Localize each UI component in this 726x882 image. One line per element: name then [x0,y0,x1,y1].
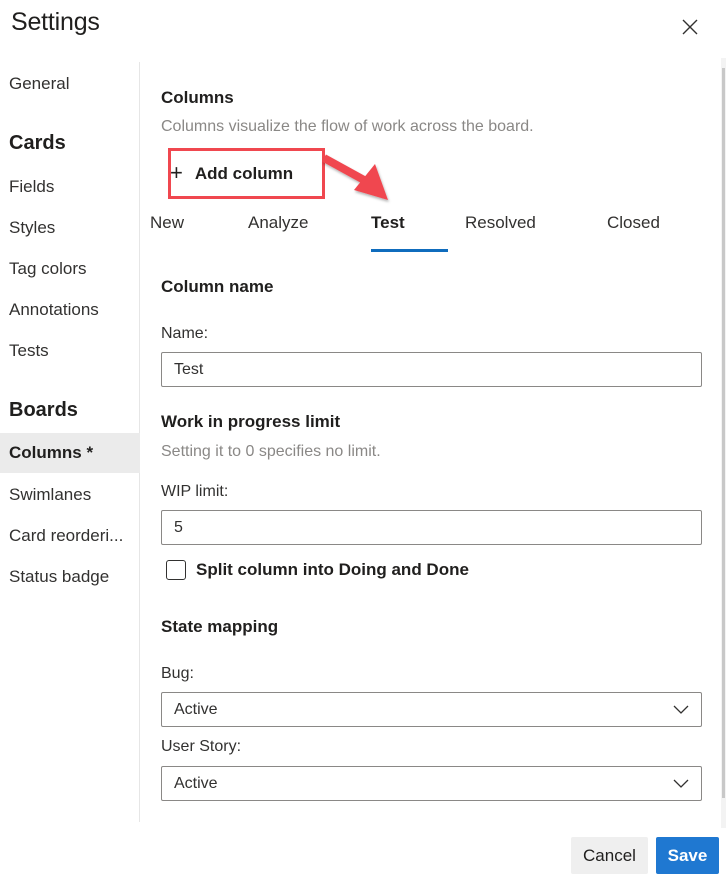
split-column-checkbox[interactable] [166,560,186,580]
sidebar-item-label: Fields [9,177,55,196]
wip-limit-input[interactable]: 5 [161,510,702,545]
bug-state-dropdown[interactable]: Active [161,692,702,727]
settings-sidebar: General Cards Fields Styles Tag colors A… [0,62,140,822]
sidebar-item-label: General [9,74,70,93]
sidebar-item-styles[interactable]: Styles [0,208,140,248]
tab-resolved[interactable]: Resolved [465,205,536,252]
user-story-label: User Story: [161,738,242,755]
bug-label: Bug: [161,665,194,682]
plus-icon: + [170,159,183,185]
close-icon [682,19,698,35]
dialog-title: Settings [11,8,100,36]
wip-description: Setting it to 0 specifies no limit. [161,443,381,460]
sidebar-item-label: Tests [9,341,49,360]
wip-limit-value: 5 [174,518,183,536]
sidebar-item-label: Styles [9,218,56,237]
sidebar-item-label: Annotations [9,300,99,319]
sidebar-item-general[interactable]: General [0,64,140,104]
split-column-label: Split column into Doing and Done [196,560,469,579]
chevron-down-icon [673,705,689,714]
tab-label: Test [371,213,405,232]
sidebar-item-card-reordering[interactable]: Card reorderi... [0,516,140,556]
wip-title: Work in progress limit [161,412,341,431]
column-name-title: Column name [161,277,274,296]
sidebar-item-label: Columns * [9,443,94,462]
chevron-down-icon [673,779,689,788]
sidebar-heading-cards: Cards [9,132,66,154]
add-column-button[interactable]: + Add column [170,158,293,190]
user-story-state-dropdown[interactable]: Active [161,766,702,801]
tab-closed[interactable]: Closed [607,205,660,252]
split-column-checkbox-row[interactable]: Split column into Doing and Done [166,560,469,580]
sidebar-item-label: Status badge [9,567,110,586]
sidebar-item-annotations[interactable]: Annotations [0,290,140,330]
tab-new[interactable]: New [150,205,184,252]
sidebar-item-label: Card reorderi... [9,526,124,545]
tab-test[interactable]: Test [371,205,405,252]
user-story-state-value: Active [174,774,218,792]
cancel-button[interactable]: Cancel [571,837,648,874]
tab-label: New [150,213,185,232]
add-column-label: Add column [194,164,294,183]
sidebar-item-status-badge[interactable]: Status badge [0,557,140,597]
active-tab-indicator [371,249,448,252]
columns-section-description: Columns visualize the flow of work acros… [161,118,534,135]
sidebar-heading-boards: Boards [9,399,78,421]
columns-section-title: Columns [161,88,234,107]
tab-label: Resolved [465,213,536,232]
settings-content: Columns Columns visualize the flow of wo… [141,62,703,822]
save-button[interactable]: Save [656,837,719,874]
sidebar-item-tests[interactable]: Tests [0,331,140,371]
tab-label: Closed [607,213,660,232]
tab-label: Analyze [248,213,309,232]
tab-analyze[interactable]: Analyze [248,205,308,252]
sidebar-item-swimlanes[interactable]: Swimlanes [0,475,140,515]
bug-state-value: Active [174,700,218,718]
state-mapping-title: State mapping [161,617,279,636]
close-button[interactable] [676,13,704,41]
name-label: Name: [161,325,209,342]
wip-label: WIP limit: [161,483,229,500]
sidebar-item-columns[interactable]: Columns * [0,433,140,473]
column-name-value: Test [174,360,204,378]
scrollbar-thumb[interactable] [722,68,725,798]
column-name-input[interactable]: Test [161,352,702,387]
sidebar-item-tag-colors[interactable]: Tag colors [0,249,140,289]
sidebar-item-label: Tag colors [9,259,87,278]
column-tabs: New Analyze Test Resolved Closed [141,205,703,255]
sidebar-item-fields[interactable]: Fields [0,167,140,207]
sidebar-item-label: Swimlanes [9,485,92,504]
